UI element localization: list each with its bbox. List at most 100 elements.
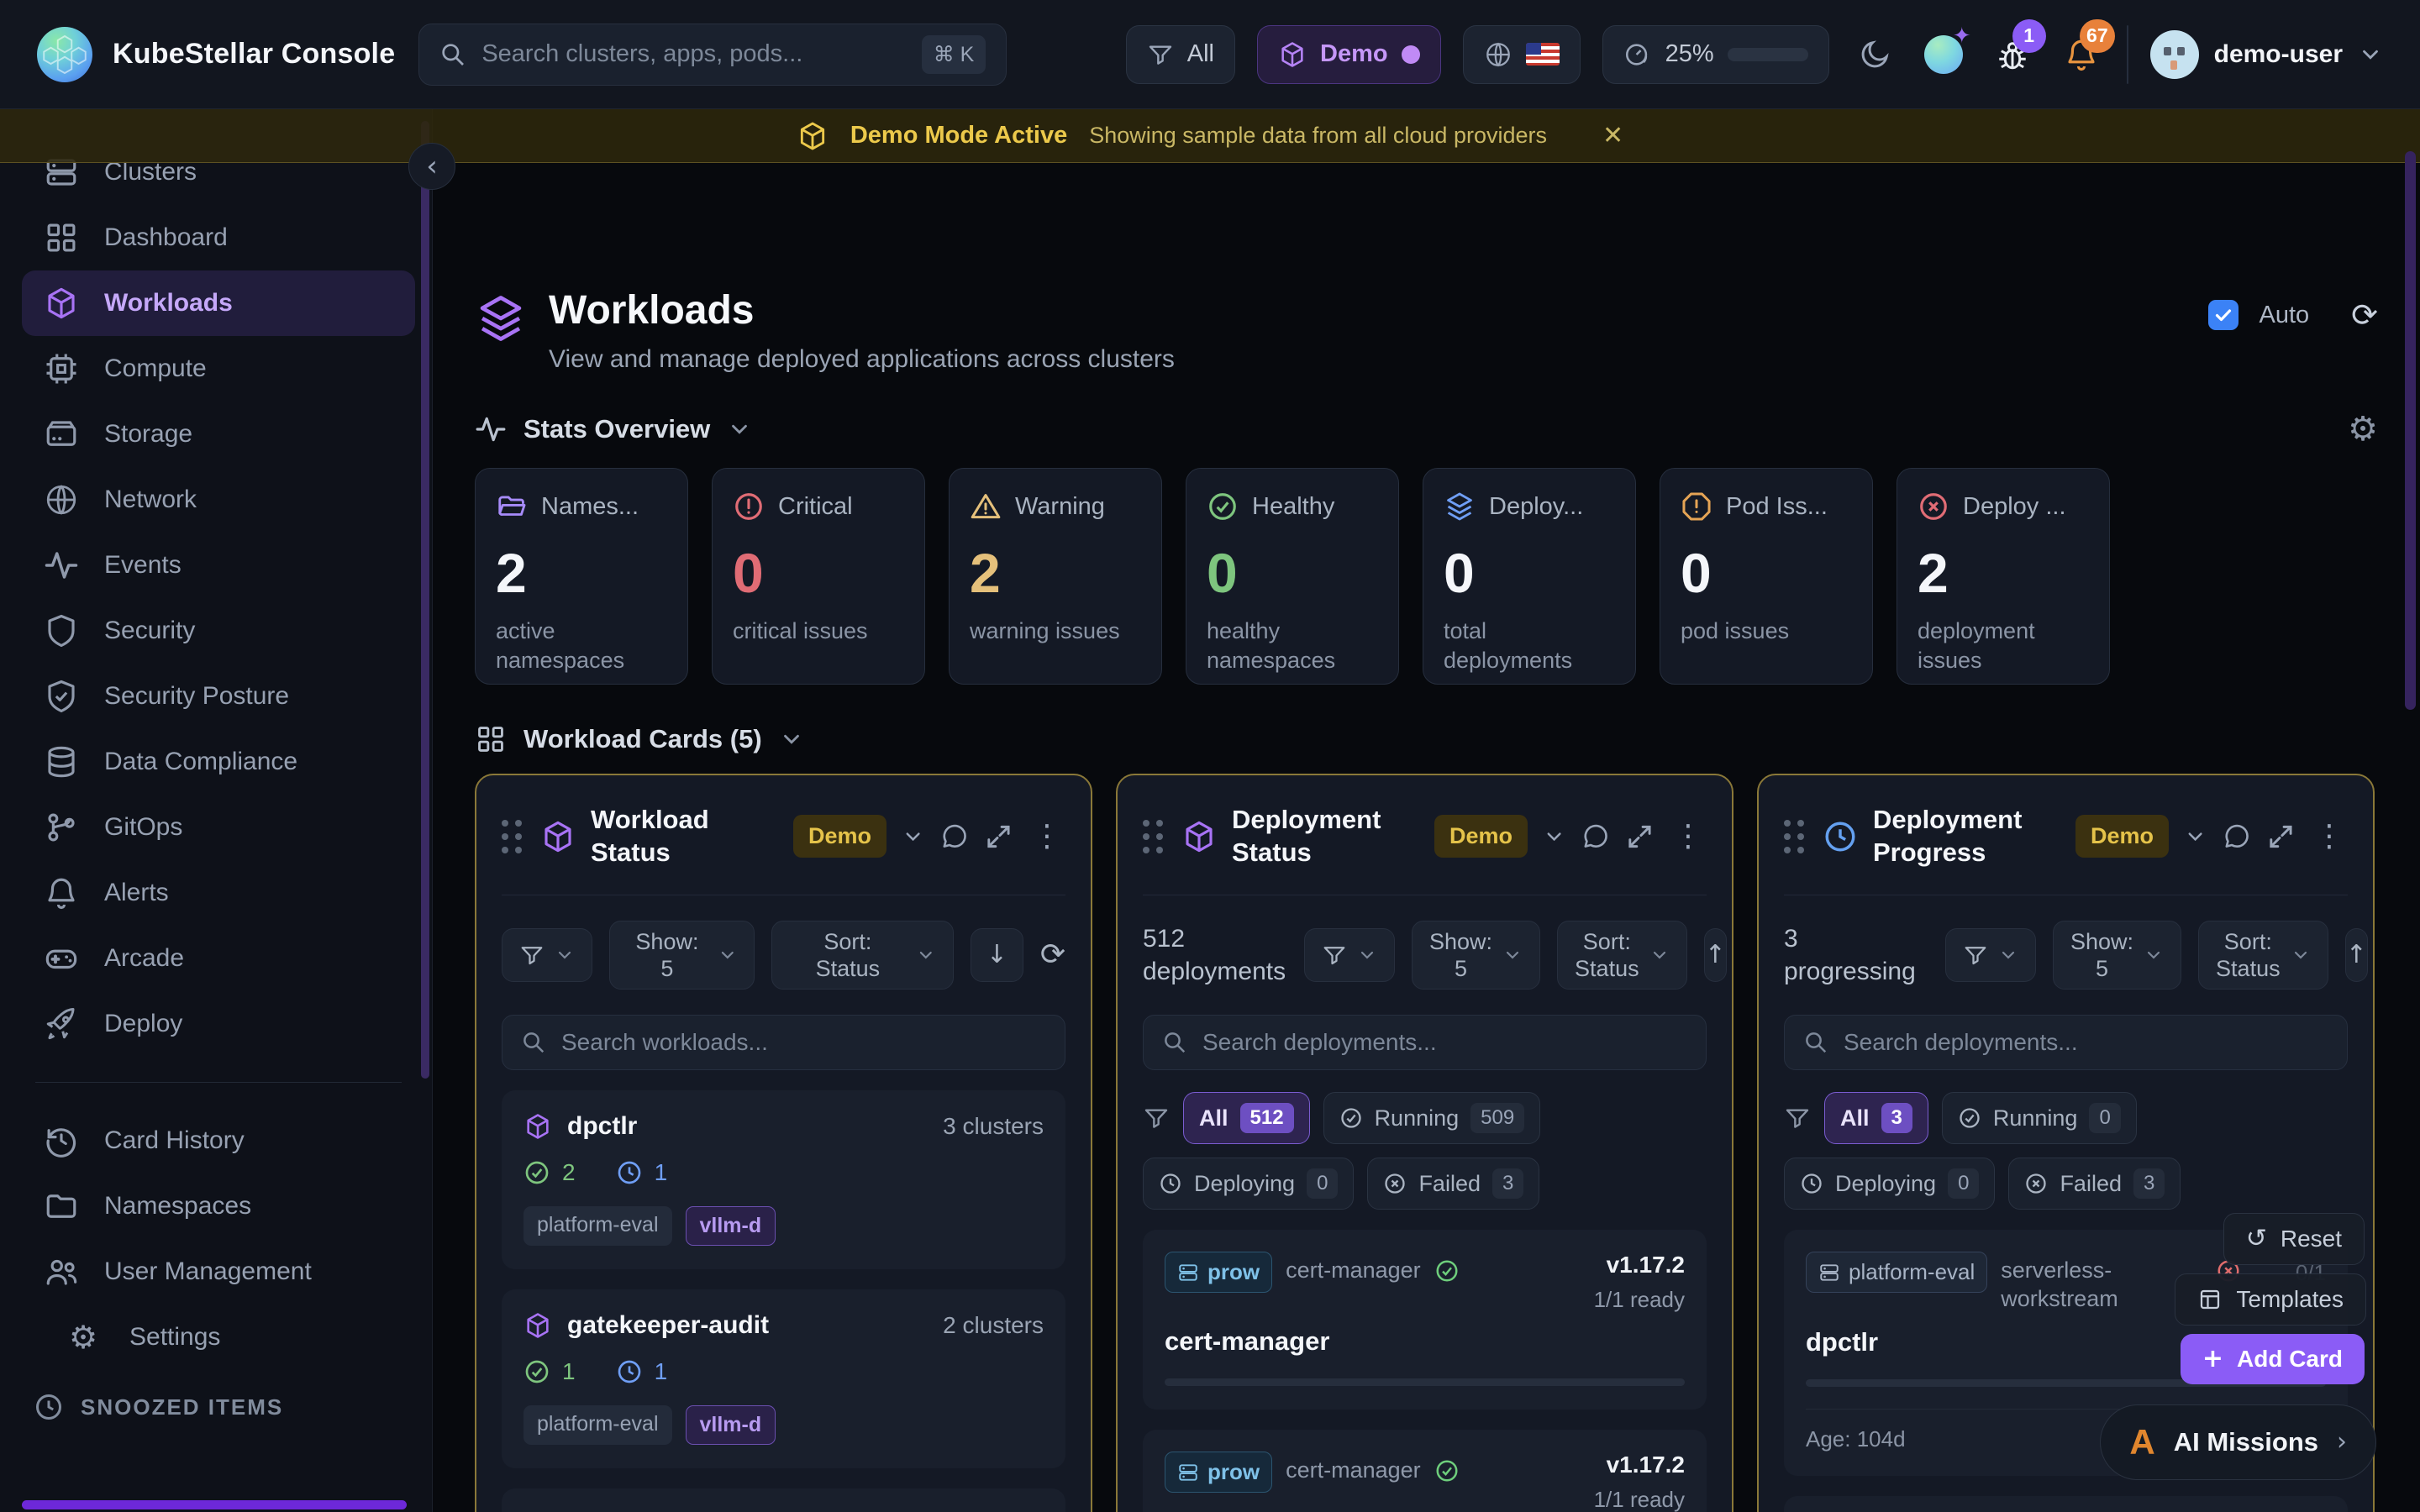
sidebar-scrollbar[interactable] (421, 121, 429, 1079)
drag-handle-icon[interactable] (1784, 820, 1804, 853)
stats-overview-header[interactable]: Stats Overview ⚙ (475, 412, 2378, 446)
stat-card-namespaces[interactable]: Names... 2 active namespaces (475, 468, 688, 685)
chip-running[interactable]: Running0 (1942, 1092, 2137, 1144)
add-card-button[interactable]: + Add Card (2181, 1334, 2365, 1384)
sidebar-item-gitops[interactable]: GitOps (22, 795, 415, 860)
kebab-menu-icon[interactable]: ⋮ (1028, 822, 1065, 852)
chip-all[interactable]: All3 (1824, 1092, 1928, 1144)
sidebar-item-data-compliance[interactable]: Data Compliance (22, 729, 415, 795)
chip-all[interactable]: All512 (1183, 1092, 1310, 1144)
deployment-list-item[interactable]: prow cert-manager v1.17.2 1/1 ready cert… (1143, 1430, 1707, 1512)
sidebar-item-storage[interactable]: Storage (22, 402, 415, 467)
filter-all-button[interactable]: All (1126, 25, 1235, 84)
stat-card-pod-issues[interactable]: Pod Iss... 0 pod issues (1660, 468, 1873, 685)
sort-direction-button[interactable]: ↑ (1704, 928, 1727, 982)
sort-direction-button[interactable]: ↓ (971, 928, 1023, 982)
refresh-icon[interactable]: ⟳ (1040, 940, 1065, 970)
deployment-search-input[interactable]: Search deployments... (1143, 1015, 1707, 1070)
kebab-menu-icon[interactable]: ⋮ (2311, 822, 2348, 852)
sidebar-item-compute[interactable]: Compute (22, 336, 415, 402)
comment-icon[interactable] (2222, 822, 2251, 852)
sidebar-item-arcade[interactable]: Arcade (22, 926, 415, 991)
sidebar-item-namespaces[interactable]: Namespaces (22, 1173, 415, 1239)
sidebar-item-workloads[interactable]: Workloads (22, 270, 415, 336)
stat-card-warning[interactable]: Warning 2 warning issues (949, 468, 1162, 685)
card-demo-badge[interactable]: Demo (793, 815, 886, 858)
usage-slider[interactable] (1728, 48, 1808, 61)
show-dropdown[interactable]: Show:5 (2053, 921, 2181, 990)
expand-icon[interactable] (984, 822, 1013, 852)
sort-direction-button[interactable]: ↑ (2345, 928, 2368, 982)
deployment-list-item[interactable]: prow cert-manager v1.17.2 1/1 ready cert… (1143, 1230, 1707, 1410)
reset-button[interactable]: ↺ Reset (2223, 1213, 2365, 1265)
expand-icon[interactable] (2266, 822, 2296, 852)
show-dropdown[interactable]: Show: 5 (609, 921, 755, 990)
auto-refresh-checkbox[interactable] (2208, 300, 2238, 330)
stat-card-deployment-issues[interactable]: Deploy ... 2 deployment issues (1897, 468, 2110, 685)
language-button[interactable] (1463, 25, 1581, 84)
sidebar-item-deploy[interactable]: Deploy (22, 991, 415, 1057)
filter-dropdown[interactable] (1945, 928, 2036, 982)
chevron-down-icon[interactable] (902, 825, 924, 848)
drag-handle-icon[interactable] (502, 820, 522, 853)
workload-list-item[interactable]: multi-nic-cni-health-checker 1 cluster 1 (502, 1488, 1065, 1512)
user-menu[interactable]: demo-user (2150, 30, 2383, 79)
debug-button[interactable]: 1 (1989, 31, 2036, 78)
sidebar-item-network[interactable]: Network (22, 467, 415, 533)
sort-dropdown[interactable]: Sort:Status (2198, 921, 2328, 990)
stat-card-healthy[interactable]: Healthy 0 healthy namespaces (1186, 468, 1399, 685)
sidebar-item-events[interactable]: Events (22, 533, 415, 598)
user-avatar (2150, 30, 2199, 79)
chevron-down-icon[interactable] (1543, 825, 1565, 848)
kebab-menu-icon[interactable]: ⋮ (1670, 822, 1707, 852)
stat-card-critical[interactable]: Critical 0 critical issues (712, 468, 925, 685)
chip-running[interactable]: Running509 (1323, 1092, 1541, 1144)
chip-deploying[interactable]: Deploying0 (1784, 1158, 1995, 1210)
chevron-down-icon[interactable] (2184, 825, 2207, 848)
ai-missions-button[interactable]: A AI Missions › (2100, 1404, 2376, 1480)
snoozed-items-section[interactable]: SNOOZED ITEMS (22, 1370, 415, 1422)
sort-dropdown[interactable]: Sort:Status (1557, 921, 1687, 990)
comment-icon[interactable] (939, 822, 969, 852)
theme-toggle-button[interactable] (1851, 31, 1898, 78)
sidebar-item-user-management[interactable]: User Management (22, 1239, 415, 1305)
sidebar-item-card-history[interactable]: Card History (22, 1108, 415, 1173)
filter-dropdown[interactable] (502, 928, 592, 982)
drag-handle-icon[interactable] (1143, 820, 1163, 853)
banner-close-button[interactable]: ✕ (1602, 121, 1623, 150)
stat-card-deployments[interactable]: Deploy... 0 total deployments (1423, 468, 1636, 685)
refresh-icon[interactable]: ⟳ (2351, 299, 2378, 331)
deployment-list-item[interactable]: vllm-d gatekeeper-system gatekeeper-audi… (1784, 1496, 2348, 1512)
show-dropdown[interactable]: Show:5 (1412, 921, 1540, 990)
workload-cards-header[interactable]: Workload Cards (5) (475, 723, 2378, 755)
sidebar-item-dashboard[interactable]: Dashboard (22, 205, 415, 270)
chip-deploying[interactable]: Deploying0 (1143, 1158, 1354, 1210)
deployment-search-input[interactable]: Search deployments... (1784, 1015, 2348, 1070)
sort-dropdown[interactable]: Sort: Status (771, 921, 953, 990)
global-search-input[interactable]: Search clusters, apps, pods... ⌘ K (418, 24, 1007, 86)
chip-failed[interactable]: Failed3 (1367, 1158, 1539, 1210)
resource-usage-control[interactable]: 25% (1602, 25, 1829, 84)
expand-icon[interactable] (1625, 822, 1655, 852)
sidebar-collapse-button[interactable]: ‹ (408, 143, 455, 190)
card-title: Deployment Status (1232, 804, 1419, 869)
ai-assistant-button[interactable]: ✦ (1920, 31, 1967, 78)
workload-list-item[interactable]: gatekeeper-audit 2 clusters 1 1 platform… (502, 1289, 1065, 1468)
workload-search-input[interactable]: Search workloads... (502, 1015, 1065, 1070)
filter-dropdown[interactable] (1304, 928, 1395, 982)
workload-list-item[interactable]: dpctlr 3 clusters 2 1 platform-eval vllm… (502, 1090, 1065, 1269)
card-demo-badge[interactable]: Demo (1434, 815, 1528, 858)
sidebar-item-alerts[interactable]: Alerts (22, 860, 415, 926)
sidebar-item-security-posture[interactable]: Security Posture (22, 664, 415, 729)
chip-failed[interactable]: Failed3 (2008, 1158, 2181, 1210)
sidebar-item-security[interactable]: Security (22, 598, 415, 664)
chip-count: 3 (1492, 1168, 1523, 1199)
comment-icon[interactable] (1581, 822, 1610, 852)
stats-settings-gear-icon[interactable]: ⚙ (2348, 412, 2378, 446)
notifications-button[interactable]: 67 (2058, 31, 2105, 78)
templates-button[interactable]: Templates (2175, 1273, 2366, 1326)
demo-mode-button[interactable]: Demo (1257, 25, 1441, 84)
card-demo-badge[interactable]: Demo (2075, 815, 2169, 858)
page-scrollbar[interactable] (2405, 151, 2416, 710)
sidebar-item-settings[interactable]: ⚙Settings (22, 1305, 415, 1370)
